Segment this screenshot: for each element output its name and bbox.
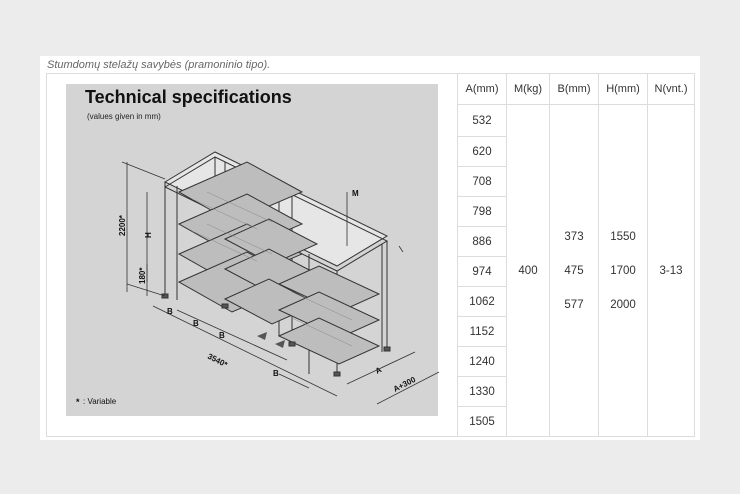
cell-h: 1700 xyxy=(610,264,636,277)
header-row: Technical specifications (values given i… xyxy=(46,73,695,437)
asterisk-icon: * xyxy=(76,397,80,407)
cell-a: 1505 xyxy=(457,406,507,437)
cell-b: 577 xyxy=(564,298,584,311)
cell-b: 475 xyxy=(564,264,584,277)
cell-m: 400 xyxy=(506,104,550,437)
header-m: M(kg) xyxy=(506,73,550,105)
variable-note: : Variable xyxy=(83,397,117,406)
label-b-4: B xyxy=(273,369,279,378)
header-n: N(vnt.) xyxy=(647,73,695,105)
cell-h: 1550 xyxy=(610,230,636,243)
header-h: H(mm) xyxy=(598,73,648,105)
label-b-2: B xyxy=(193,319,199,328)
cell-a: 1330 xyxy=(457,376,507,407)
cell-a: 798 xyxy=(457,196,507,227)
cell-b: 373 xyxy=(564,230,584,243)
cell-a: 974 xyxy=(457,256,507,287)
drawing-subtitle: (values given in mm) xyxy=(87,112,161,121)
table-caption: Stumdomų stelažų savybės (pramoninio tip… xyxy=(47,59,271,71)
cell-h: 2000 xyxy=(610,298,636,311)
header-b: B(mm) xyxy=(549,73,599,105)
cell-a: 886 xyxy=(457,226,507,257)
technical-drawing: Technical specifications (values given i… xyxy=(66,84,440,416)
cell-a: 1152 xyxy=(457,316,507,347)
header-a: A(mm) xyxy=(457,73,507,105)
cell-b-stack: 373 475 577 xyxy=(549,104,599,437)
cell-a: 1240 xyxy=(457,346,507,377)
drawing-cell: Technical specifications (values given i… xyxy=(46,73,458,437)
cell-a: 1062 xyxy=(457,286,507,317)
cell-n: 3-13 xyxy=(647,104,695,437)
label-180: 180* xyxy=(138,267,147,284)
cell-a: 620 xyxy=(457,136,507,167)
cell-a: 532 xyxy=(457,104,507,137)
label-2200: 2200* xyxy=(118,214,127,236)
cell-h-stack: 1550 1700 2000 xyxy=(598,104,648,437)
label-b-3: B xyxy=(219,331,225,340)
cell-a: 708 xyxy=(457,166,507,197)
specifications-table: Technical specifications (values given i… xyxy=(46,73,695,437)
label-b-1: B xyxy=(167,307,173,316)
label-h: H xyxy=(144,232,153,238)
drawing-title: Technical specifications xyxy=(85,87,292,107)
label-m: M xyxy=(352,189,359,198)
